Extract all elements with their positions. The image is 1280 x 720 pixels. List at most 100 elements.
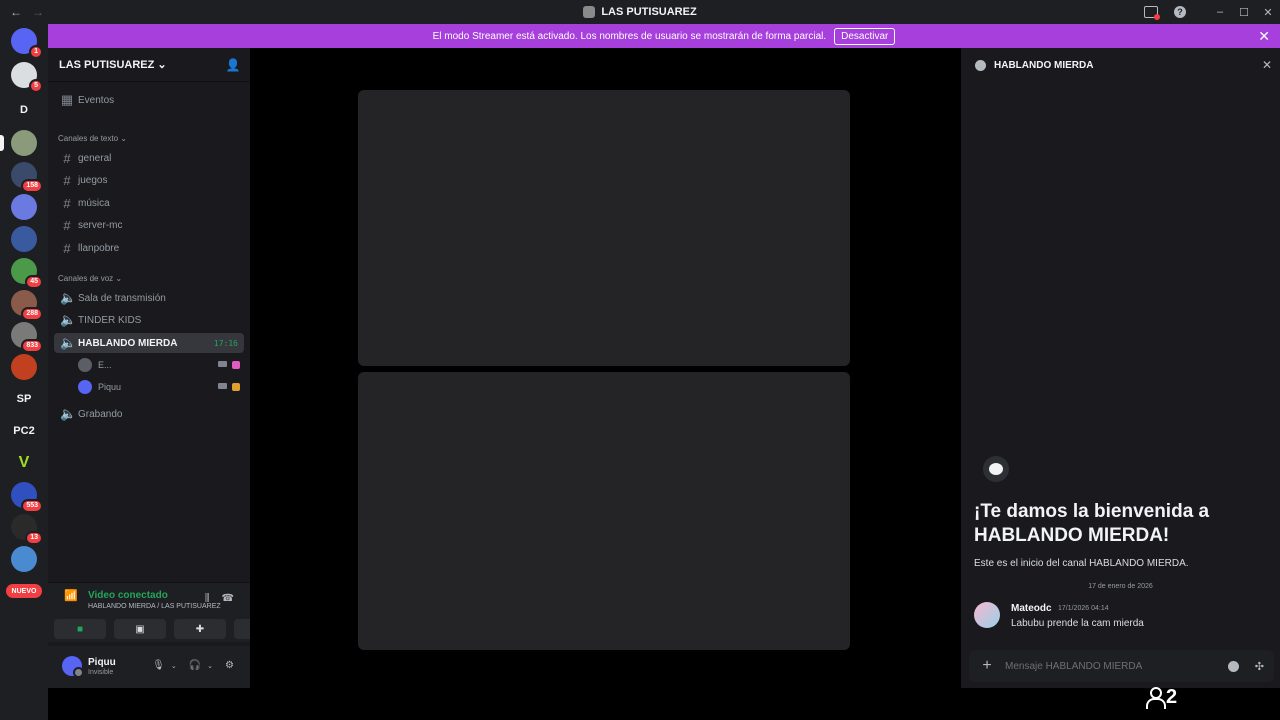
camera-button[interactable]: ■ bbox=[54, 619, 106, 639]
video-tile[interactable] bbox=[358, 372, 850, 650]
chat-bubble-icon bbox=[983, 456, 1009, 482]
server-rail: 1 5 D 158 45 288 833 SP PC2 V 553 13 NUEVO bbox=[0, 24, 48, 720]
channel-label: general bbox=[78, 152, 112, 164]
plus-icon[interactable]: + bbox=[969, 657, 1005, 675]
speaker-icon: 🔈 bbox=[60, 290, 77, 305]
voice-channel-tinder[interactable]: 🔈 TINDER KIDS bbox=[54, 310, 244, 330]
voice-status-title[interactable]: Video conectado bbox=[88, 590, 168, 601]
viewer-count-value: 2 bbox=[1166, 685, 1178, 708]
server-icon[interactable]: 13 bbox=[11, 514, 43, 545]
disconnect-icon[interactable]: ☎ bbox=[222, 593, 234, 604]
server-icon[interactable]: D bbox=[11, 97, 37, 123]
viewer-count: 2 bbox=[1146, 684, 1194, 710]
apps-icon[interactable]: ✣ bbox=[1255, 660, 1264, 673]
server-icon[interactable]: PC2 bbox=[11, 418, 37, 444]
chevron-down-icon[interactable]: ⌄ bbox=[171, 662, 177, 670]
voice-channel-grabando[interactable]: 🔈 Grabando bbox=[54, 404, 244, 424]
voice-category[interactable]: Canales de voz ⌄ bbox=[58, 274, 122, 283]
voice-user[interactable]: E... bbox=[78, 355, 240, 375]
guild-header[interactable]: LAS PUTISUAREZ ⌄ 👤 bbox=[48, 48, 250, 82]
maximize-button[interactable]: ☐ bbox=[1232, 0, 1256, 24]
username[interactable]: Piquu bbox=[88, 657, 116, 668]
disable-streamer-button[interactable]: Desactivar bbox=[834, 27, 896, 45]
server-icon[interactable]: 5 bbox=[11, 62, 43, 93]
chevron-down-icon: ⌄ bbox=[157, 59, 167, 71]
back-arrow-icon[interactable]: ← bbox=[10, 5, 22, 19]
avatar bbox=[78, 380, 92, 394]
mention-badge: 158 bbox=[21, 179, 43, 193]
server-icon[interactable] bbox=[11, 354, 37, 380]
emoji-icon[interactable] bbox=[1227, 660, 1239, 672]
chevron-down-icon[interactable]: ⌄ bbox=[207, 662, 213, 670]
invite-people-icon[interactable]: 👤 bbox=[226, 58, 241, 72]
channel-general[interactable]: # general bbox=[54, 148, 244, 168]
voice-user-name: E... bbox=[98, 360, 112, 370]
voice-channel-sala[interactable]: 🔈 Sala de transmisión bbox=[54, 288, 244, 308]
gear-icon[interactable]: ⚙ bbox=[225, 660, 234, 671]
channel-juegos[interactable]: # juegos bbox=[54, 170, 244, 190]
server-icon[interactable] bbox=[11, 194, 37, 220]
forward-arrow-icon[interactable]: → bbox=[32, 5, 44, 19]
server-icon[interactable]: SP bbox=[11, 386, 37, 412]
activities-button[interactable]: ✚ bbox=[174, 619, 226, 639]
channel-server-mc[interactable]: # server-mc bbox=[54, 215, 244, 235]
inbox-icon[interactable] bbox=[1144, 6, 1160, 20]
server-label: V bbox=[18, 454, 30, 471]
minimize-button[interactable]: – bbox=[1208, 0, 1232, 24]
activity-icon bbox=[232, 383, 240, 391]
voice-status-subtitle[interactable]: HABLANDO MIERDA / LAS PUTISUAREZ bbox=[88, 603, 221, 610]
mention-badge: 553 bbox=[21, 499, 43, 513]
channel-musica[interactable]: # música bbox=[54, 193, 244, 213]
server-icon[interactable] bbox=[11, 546, 37, 572]
close-window-button[interactable]: ✕ bbox=[1256, 0, 1280, 24]
hash-icon: # bbox=[63, 240, 71, 256]
mention-badge: 288 bbox=[21, 307, 43, 321]
voice-connection-panel: 📶 Video conectado HABLANDO MIERDA / LAS … bbox=[48, 582, 286, 642]
camera-icon bbox=[218, 383, 227, 389]
server-label: SP bbox=[16, 393, 32, 405]
user-controls: 🎙 ⌄ 🎧 ⌄ ⚙ bbox=[152, 660, 234, 671]
microphone-icon[interactable]: 🎙 bbox=[152, 660, 165, 671]
date-divider: 17 de enero de 2026 bbox=[1088, 583, 1153, 590]
server-icon[interactable] bbox=[0, 130, 37, 156]
server-icon[interactable]: 158 bbox=[11, 162, 43, 193]
noise-suppression-icon[interactable]: ⫼ bbox=[205, 593, 210, 604]
server-icon[interactable] bbox=[11, 226, 37, 252]
screen-share-button[interactable]: ▣ bbox=[114, 619, 166, 639]
hash-icon: # bbox=[63, 172, 71, 188]
video-stage bbox=[250, 48, 957, 688]
signal-icon: 📶 bbox=[64, 590, 78, 602]
server-icon[interactable]: 45 bbox=[11, 258, 43, 289]
video-tile[interactable] bbox=[358, 90, 850, 366]
channel-llanpobre[interactable]: # llanpobre bbox=[54, 238, 244, 258]
server-icon[interactable]: 833 bbox=[11, 322, 43, 353]
avatar[interactable] bbox=[974, 602, 1000, 628]
voice-channel-hablando[interactable]: 🔈 HABLANDO MIERDA 17:16 bbox=[54, 333, 244, 353]
new-badge: NUEVO bbox=[6, 584, 42, 598]
server-icon[interactable]: 288 bbox=[11, 290, 43, 321]
speaker-icon: 🔈 bbox=[60, 312, 77, 327]
message-composer: + Mensaje HABLANDO MIERDA ✣ bbox=[969, 650, 1274, 682]
message-input[interactable]: Mensaje HABLANDO MIERDA bbox=[1005, 661, 1228, 672]
activity-icon bbox=[232, 361, 240, 369]
message-author[interactable]: Mateodc bbox=[1011, 603, 1052, 614]
person-icon bbox=[1146, 687, 1166, 709]
voice-user[interactable]: Piquu bbox=[78, 377, 240, 397]
avatar[interactable] bbox=[62, 656, 84, 678]
events-item[interactable]: ▦ Eventos bbox=[54, 90, 244, 110]
server-icon[interactable]: 1 bbox=[11, 28, 43, 59]
help-icon[interactable]: ? bbox=[1174, 6, 1186, 18]
camera-icon bbox=[218, 361, 227, 367]
message-timestamp: 17/1/2026 04:14 bbox=[1058, 605, 1109, 612]
text-category[interactable]: Canales de texto ⌄ bbox=[58, 134, 127, 143]
hash-icon: # bbox=[63, 217, 71, 233]
user-panel: Piquu Invisible 🎙 ⌄ 🎧 ⌄ ⚙ bbox=[48, 646, 250, 688]
close-icon[interactable]: ✕ bbox=[1262, 58, 1272, 72]
server-icon[interactable]: 553 bbox=[11, 482, 43, 513]
channel-label: server-mc bbox=[78, 219, 123, 231]
headphones-icon[interactable]: 🎧 bbox=[189, 660, 201, 671]
mention-badge: 1 bbox=[29, 45, 43, 59]
selected-indicator bbox=[0, 135, 4, 151]
server-icon[interactable]: V bbox=[11, 450, 37, 476]
close-banner-icon[interactable]: ✕ bbox=[1258, 28, 1270, 45]
